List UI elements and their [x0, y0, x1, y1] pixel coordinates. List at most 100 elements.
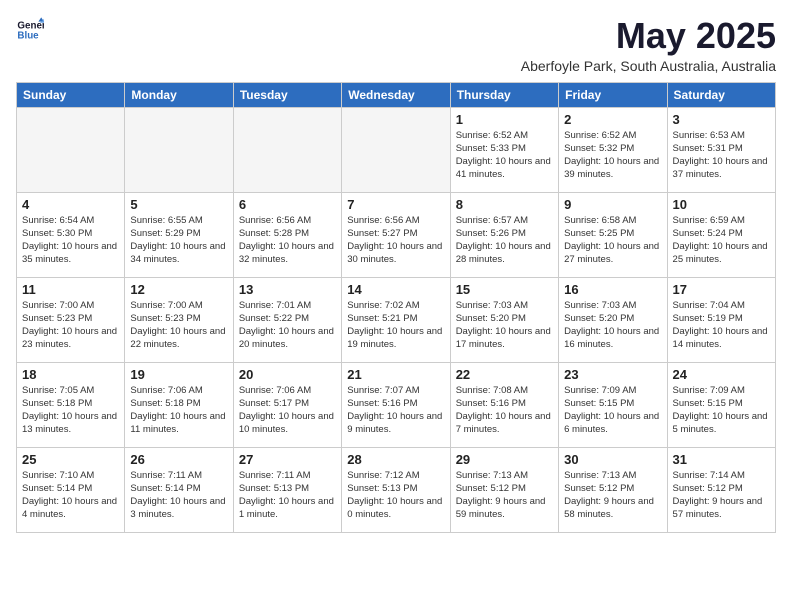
table-row: 6 Sunrise: 6:56 AM Sunset: 5:28 PM Daylig… [233, 192, 341, 277]
day-number: 24 [673, 367, 770, 382]
day-number: 8 [456, 197, 553, 212]
day-info: Sunrise: 7:06 AM Sunset: 5:18 PM Dayligh… [130, 384, 227, 437]
table-row: 22 Sunrise: 7:08 AM Sunset: 5:16 PM Dayli… [450, 362, 558, 447]
day-info: Sunrise: 7:02 AM Sunset: 5:21 PM Dayligh… [347, 299, 444, 352]
table-row: 19 Sunrise: 7:06 AM Sunset: 5:18 PM Dayli… [125, 362, 233, 447]
day-number: 5 [130, 197, 227, 212]
header-row: Sunday Monday Tuesday Wednesday Thursday… [17, 82, 776, 107]
table-row: 11 Sunrise: 7:00 AM Sunset: 5:23 PM Dayli… [17, 277, 125, 362]
table-row [17, 107, 125, 192]
table-row: 16Sunrise: 7:03 AM Sunset: 5:20 PM Dayli… [559, 277, 667, 362]
week-row-1: 1Sunrise: 6:52 AM Sunset: 5:33 PM Daylig… [17, 107, 776, 192]
table-row: 1Sunrise: 6:52 AM Sunset: 5:33 PM Daylig… [450, 107, 558, 192]
day-number: 19 [130, 367, 227, 382]
day-info: Sunrise: 7:08 AM Sunset: 5:16 PM Dayligh… [456, 384, 553, 437]
day-info: Sunrise: 6:52 AM Sunset: 5:32 PM Dayligh… [564, 129, 661, 182]
col-monday: Monday [125, 82, 233, 107]
day-number: 15 [456, 282, 553, 297]
day-number: 29 [456, 452, 553, 467]
day-number: 25 [22, 452, 119, 467]
day-number: 20 [239, 367, 336, 382]
calendar-table: Sunday Monday Tuesday Wednesday Thursday… [16, 82, 776, 533]
table-row [125, 107, 233, 192]
table-row: 5 Sunrise: 6:55 AM Sunset: 5:29 PM Daylig… [125, 192, 233, 277]
table-row: 8 Sunrise: 6:57 AM Sunset: 5:26 PM Daylig… [450, 192, 558, 277]
col-thursday: Thursday [450, 82, 558, 107]
day-info: Sunrise: 7:03 AM Sunset: 5:20 PM Dayligh… [456, 299, 553, 352]
day-number: 11 [22, 282, 119, 297]
table-row: 26 Sunrise: 7:11 AM Sunset: 5:14 PM Dayli… [125, 447, 233, 532]
day-info: Sunrise: 6:57 AM Sunset: 5:26 PM Dayligh… [456, 214, 553, 267]
svg-text:Blue: Blue [17, 30, 39, 41]
table-row: 13 Sunrise: 7:01 AM Sunset: 5:22 PM Dayli… [233, 277, 341, 362]
day-info: Sunrise: 6:56 AM Sunset: 5:27 PM Dayligh… [347, 214, 444, 267]
calendar-subtitle: Aberfoyle Park, South Australia, Austral… [521, 58, 776, 74]
day-info: Sunrise: 6:56 AM Sunset: 5:28 PM Dayligh… [239, 214, 336, 267]
table-row: 20 Sunrise: 7:06 AM Sunset: 5:17 PM Dayli… [233, 362, 341, 447]
col-tuesday: Tuesday [233, 82, 341, 107]
day-number: 30 [564, 452, 661, 467]
col-wednesday: Wednesday [342, 82, 450, 107]
day-number: 31 [673, 452, 770, 467]
day-number: 3 [673, 112, 770, 127]
day-info: Sunrise: 6:58 AM Sunset: 5:25 PM Dayligh… [564, 214, 661, 267]
day-number: 7 [347, 197, 444, 212]
logo-icon: General Blue [16, 16, 44, 44]
day-info: Sunrise: 7:09 AM Sunset: 5:15 PM Dayligh… [564, 384, 661, 437]
table-row: 30 Sunrise: 7:13 AM Sunset: 5:12 PM Dayli… [559, 447, 667, 532]
day-info: Sunrise: 7:09 AM Sunset: 5:15 PM Dayligh… [673, 384, 770, 437]
day-number: 12 [130, 282, 227, 297]
day-info: Sunrise: 6:59 AM Sunset: 5:24 PM Dayligh… [673, 214, 770, 267]
day-info: Sunrise: 7:14 AM Sunset: 5:12 PM Dayligh… [673, 469, 770, 522]
day-number: 14 [347, 282, 444, 297]
day-number: 23 [564, 367, 661, 382]
day-number: 6 [239, 197, 336, 212]
table-row: 9 Sunrise: 6:58 AM Sunset: 5:25 PM Daylig… [559, 192, 667, 277]
table-row: 7 Sunrise: 6:56 AM Sunset: 5:27 PM Daylig… [342, 192, 450, 277]
table-row: 21Sunrise: 7:07 AM Sunset: 5:16 PM Dayli… [342, 362, 450, 447]
table-row [233, 107, 341, 192]
table-row: 25 Sunrise: 7:10 AM Sunset: 5:14 PM Dayli… [17, 447, 125, 532]
day-number: 22 [456, 367, 553, 382]
day-info: Sunrise: 7:01 AM Sunset: 5:22 PM Dayligh… [239, 299, 336, 352]
day-info: Sunrise: 7:11 AM Sunset: 5:14 PM Dayligh… [130, 469, 227, 522]
day-info: Sunrise: 7:07 AM Sunset: 5:16 PM Dayligh… [347, 384, 444, 437]
day-info: Sunrise: 7:12 AM Sunset: 5:13 PM Dayligh… [347, 469, 444, 522]
day-number: 10 [673, 197, 770, 212]
day-info: Sunrise: 7:10 AM Sunset: 5:14 PM Dayligh… [22, 469, 119, 522]
table-row: 31 Sunrise: 7:14 AM Sunset: 5:12 PM Dayli… [667, 447, 775, 532]
day-number: 2 [564, 112, 661, 127]
day-info: Sunrise: 6:55 AM Sunset: 5:29 PM Dayligh… [130, 214, 227, 267]
table-row [342, 107, 450, 192]
logo: General Blue [16, 16, 44, 44]
week-row-3: 11 Sunrise: 7:00 AM Sunset: 5:23 PM Dayli… [17, 277, 776, 362]
table-row: 3 Sunrise: 6:53 AM Sunset: 5:31 PM Daylig… [667, 107, 775, 192]
table-row: 10 Sunrise: 6:59 AM Sunset: 5:24 PM Dayli… [667, 192, 775, 277]
table-row: 23 Sunrise: 7:09 AM Sunset: 5:15 PM Dayli… [559, 362, 667, 447]
table-row: 2 Sunrise: 6:52 AM Sunset: 5:32 PM Daylig… [559, 107, 667, 192]
title-block: May 2025 Aberfoyle Park, South Australia… [521, 16, 776, 74]
table-row: 4Sunrise: 6:54 AM Sunset: 5:30 PM Daylig… [17, 192, 125, 277]
day-number: 13 [239, 282, 336, 297]
day-info: Sunrise: 7:13 AM Sunset: 5:12 PM Dayligh… [564, 469, 661, 522]
page-header: General Blue May 2025 Aberfoyle Park, So… [16, 16, 776, 74]
day-number: 28 [347, 452, 444, 467]
day-info: Sunrise: 7:00 AM Sunset: 5:23 PM Dayligh… [22, 299, 119, 352]
day-info: Sunrise: 7:04 AM Sunset: 5:19 PM Dayligh… [673, 299, 770, 352]
day-number: 27 [239, 452, 336, 467]
table-row: 15 Sunrise: 7:03 AM Sunset: 5:20 PM Dayli… [450, 277, 558, 362]
table-row: 14 Sunrise: 7:02 AM Sunset: 5:21 PM Dayli… [342, 277, 450, 362]
col-saturday: Saturday [667, 82, 775, 107]
day-number: 4 [22, 197, 119, 212]
table-row: 28 Sunrise: 7:12 AM Sunset: 5:13 PM Dayli… [342, 447, 450, 532]
week-row-2: 4Sunrise: 6:54 AM Sunset: 5:30 PM Daylig… [17, 192, 776, 277]
day-info: Sunrise: 6:53 AM Sunset: 5:31 PM Dayligh… [673, 129, 770, 182]
day-info: Sunrise: 7:00 AM Sunset: 5:23 PM Dayligh… [130, 299, 227, 352]
day-info: Sunrise: 7:03 AM Sunset: 5:20 PM Dayligh… [564, 299, 661, 352]
table-row: 12 Sunrise: 7:00 AM Sunset: 5:23 PM Dayli… [125, 277, 233, 362]
calendar-title: May 2025 [521, 16, 776, 56]
day-info: Sunrise: 7:06 AM Sunset: 5:17 PM Dayligh… [239, 384, 336, 437]
day-info: Sunrise: 7:05 AM Sunset: 5:18 PM Dayligh… [22, 384, 119, 437]
day-number: 26 [130, 452, 227, 467]
day-number: 9 [564, 197, 661, 212]
